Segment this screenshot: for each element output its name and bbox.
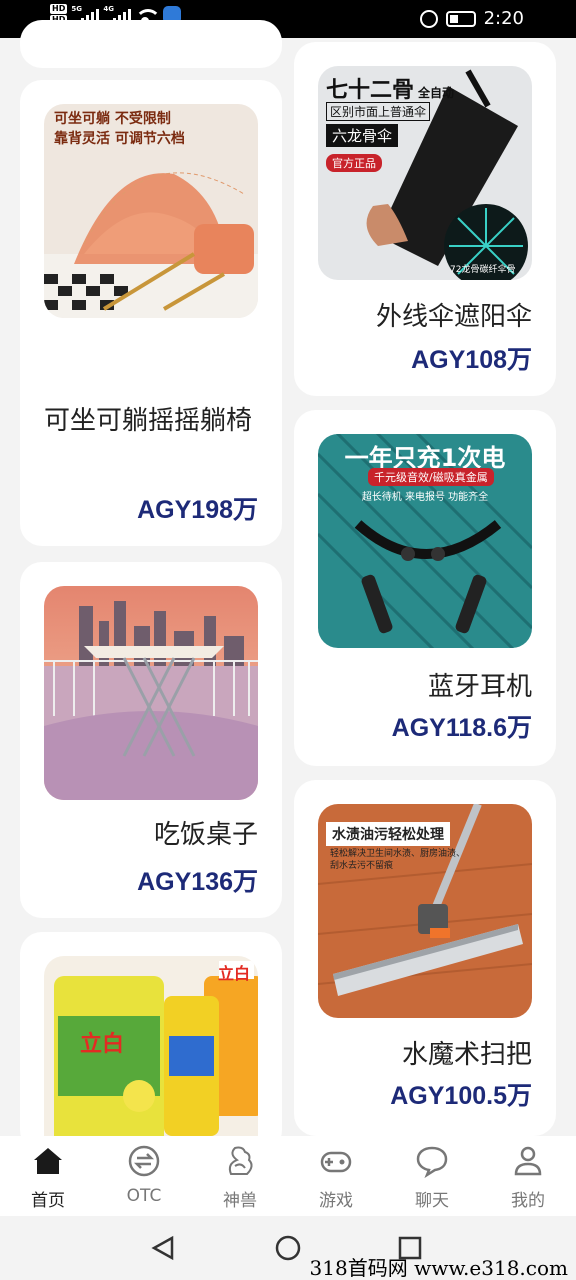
product-image-broom: 水渍油污轻松处理 轻松解决卫生间水渍、厨房油渍、 刮水去污不留痕 <box>318 804 532 1018</box>
chat-bubble-icon <box>416 1146 448 1178</box>
battery-icon <box>445 10 476 27</box>
gamepad-icon <box>320 1151 352 1173</box>
promo-text: 靠背灵活 可调节六档 <box>54 131 185 147</box>
home-circle-icon[interactable] <box>274 1234 302 1262</box>
promo-text: 刮水去污不留痕 <box>330 861 394 871</box>
product-card-broom[interactable]: 水渍油污轻松处理 轻松解决卫生间水渍、厨房油渍、 刮水去污不留痕 水魔术扫把 A… <box>294 780 556 1136</box>
promo-text: 区别市面上普通伞 <box>326 102 431 121</box>
nav-item-profile[interactable]: 我的 <box>480 1136 576 1216</box>
promo-badge: 官方正品 <box>326 154 382 172</box>
product-title: 可坐可躺摇摇躺椅 <box>44 406 253 436</box>
product-price: AGY100.5万 <box>390 1082 532 1110</box>
nav-item-otc[interactable]: OTC <box>96 1136 192 1216</box>
product-image-earphones: 一年只充1次电 千元级音效/磁吸真金属 超长待机 来电报号 功能齐全 <box>318 434 532 648</box>
product-price: AGY108万 <box>411 346 532 374</box>
nav-item-home[interactable]: 首页 <box>0 1136 96 1216</box>
product-image-detergent: 立白 立白 <box>44 956 258 1146</box>
alarm-icon <box>419 9 438 28</box>
product-title: 外线伞遮阳伞 <box>375 302 532 332</box>
product-title: 蓝牙耳机 <box>427 672 532 702</box>
product-card-umbrella[interactable]: 七十二骨 全自动 区别市面上普通伞 六龙骨伞 官方正品 72龙骨碳纤伞骨 外线伞遮… <box>294 42 556 396</box>
nav-item-beast[interactable]: 神兽 <box>192 1136 288 1216</box>
nav-label: 我的 <box>511 1191 545 1211</box>
product-price: AGY198万 <box>137 496 258 524</box>
product-price: AGY118.6万 <box>391 714 532 742</box>
user-icon <box>514 1146 542 1176</box>
product-card-recliner[interactable]: 可坐可躺 不受限制 靠背灵活 可调节六档 可坐可躺摇摇躺椅 AGY198万 <box>20 80 282 546</box>
dragon-icon <box>228 1146 253 1175</box>
back-icon[interactable] <box>150 1234 178 1262</box>
promo-text: 72龙骨碳纤伞骨 <box>450 265 516 275</box>
nav-item-chat[interactable]: 聊天 <box>384 1136 480 1216</box>
nav-item-games[interactable]: 游戏 <box>288 1136 384 1216</box>
nav-label: 神兽 <box>223 1191 257 1211</box>
promo-text: 超长待机 来电报号 功能齐全 <box>361 492 489 503</box>
promo-text: 可坐可躺 不受限制 <box>54 111 171 127</box>
product-card-detergent[interactable]: 立白 立白 <box>20 932 282 1152</box>
product-title: 吃饭桌子 <box>153 820 258 850</box>
nav-label: 聊天 <box>415 1191 449 1211</box>
exchange-icon <box>128 1145 160 1177</box>
bottom-nav: 首页 OTC 神兽 游戏 聊天 我的 <box>0 1136 576 1216</box>
promo-headline: 七十二骨 全自动 <box>326 78 455 103</box>
nav-label: 游戏 <box>319 1191 353 1211</box>
brand-logo-text: 立白 <box>80 1032 125 1057</box>
nav-label: 首页 <box>31 1191 65 1211</box>
watermark: 318首码网 www.e318.com <box>309 1256 568 1280</box>
product-image-recliner: 可坐可躺 不受限制 靠背灵活 可调节六档 <box>44 104 258 318</box>
nav-label: OTC <box>126 1186 162 1206</box>
product-price: AGY136万 <box>137 868 258 896</box>
promo-text: 千元级音效/磁吸真金属 <box>368 468 494 486</box>
promo-headline: 水渍油污轻松处理 <box>326 822 450 846</box>
product-image-table <box>44 586 258 800</box>
product-card-table[interactable]: 吃饭桌子 AGY136万 <box>20 562 282 918</box>
status-time: 2:20 <box>483 8 524 29</box>
promo-text: 六龙骨伞 <box>326 124 399 147</box>
product-image-umbrella: 七十二骨 全自动 区别市面上普通伞 六龙骨伞 官方正品 72龙骨碳纤伞骨 <box>318 66 532 280</box>
product-card-earphones[interactable]: 一年只充1次电 千元级音效/磁吸真金属 超长待机 来电报号 功能齐全 蓝牙耳机 … <box>294 410 556 766</box>
product-card-partial[interactable] <box>20 20 282 68</box>
product-title: 水魔术扫把 <box>401 1040 532 1070</box>
brand-logo-text: 立白 <box>217 964 250 983</box>
home-icon <box>34 1148 62 1174</box>
